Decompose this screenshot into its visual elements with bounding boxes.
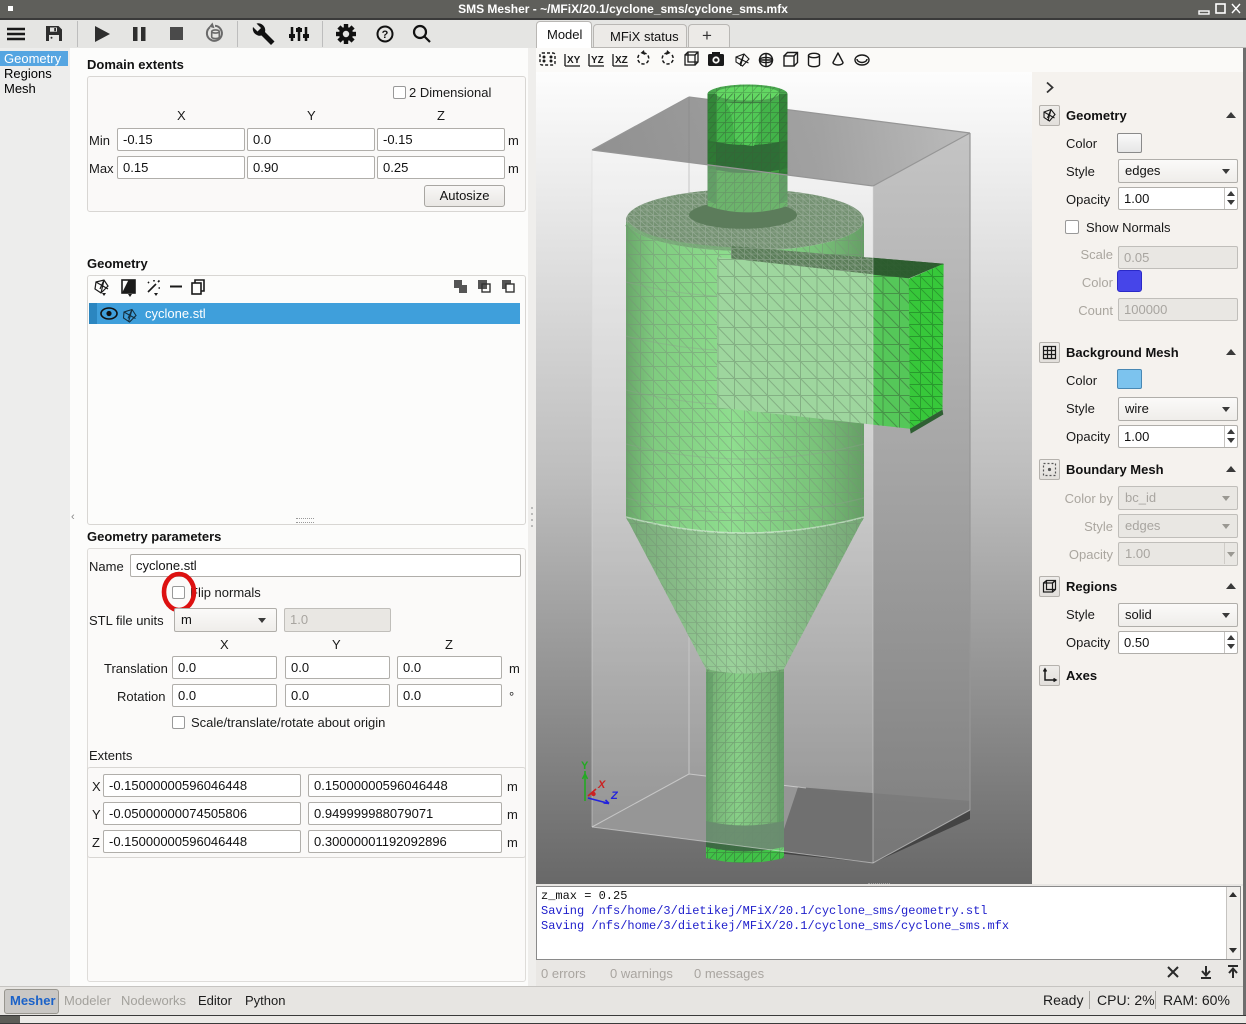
svg-text:XZ: XZ <box>615 55 628 66</box>
svg-text:?: ? <box>382 29 389 41</box>
svg-text:X: X <box>597 779 606 791</box>
svg-text:Y: Y <box>581 760 589 772</box>
svg-text:Z: Z <box>610 790 619 802</box>
svg-text:XY: XY <box>567 55 581 66</box>
svg-text:YZ: YZ <box>591 55 604 66</box>
